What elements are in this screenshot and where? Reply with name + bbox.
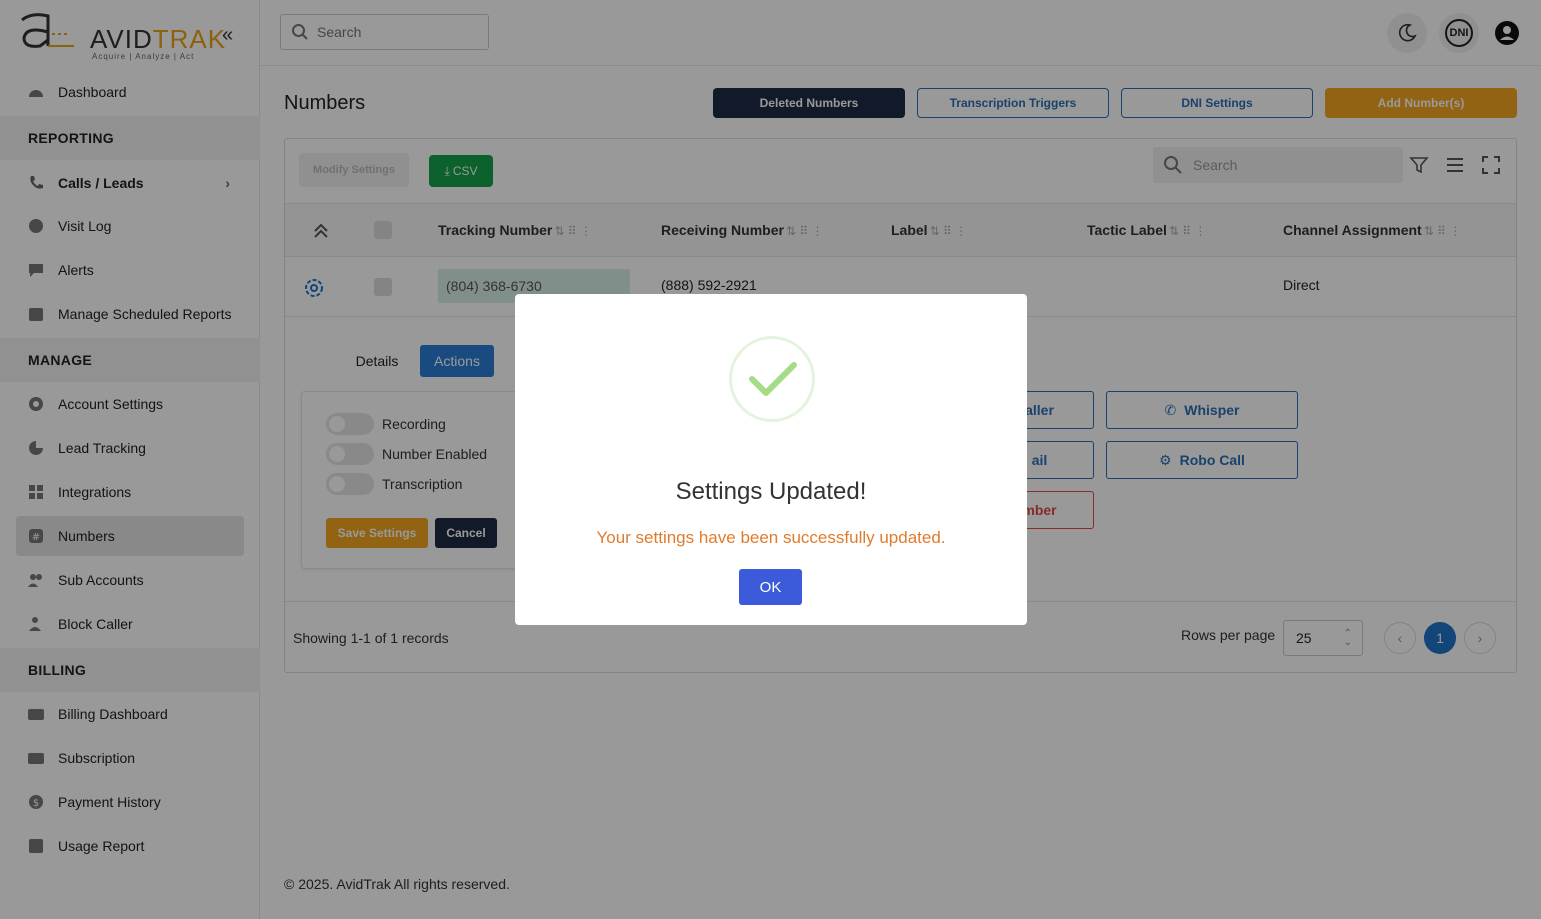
settings-updated-dialog: Settings Updated! Your settings have bee… [515,294,1027,625]
dialog-title: Settings Updated! [675,478,867,505]
dialog-message: Your settings have been successfully upd… [596,528,946,547]
success-check-icon [729,336,815,422]
ok-button[interactable]: OK [739,569,802,605]
